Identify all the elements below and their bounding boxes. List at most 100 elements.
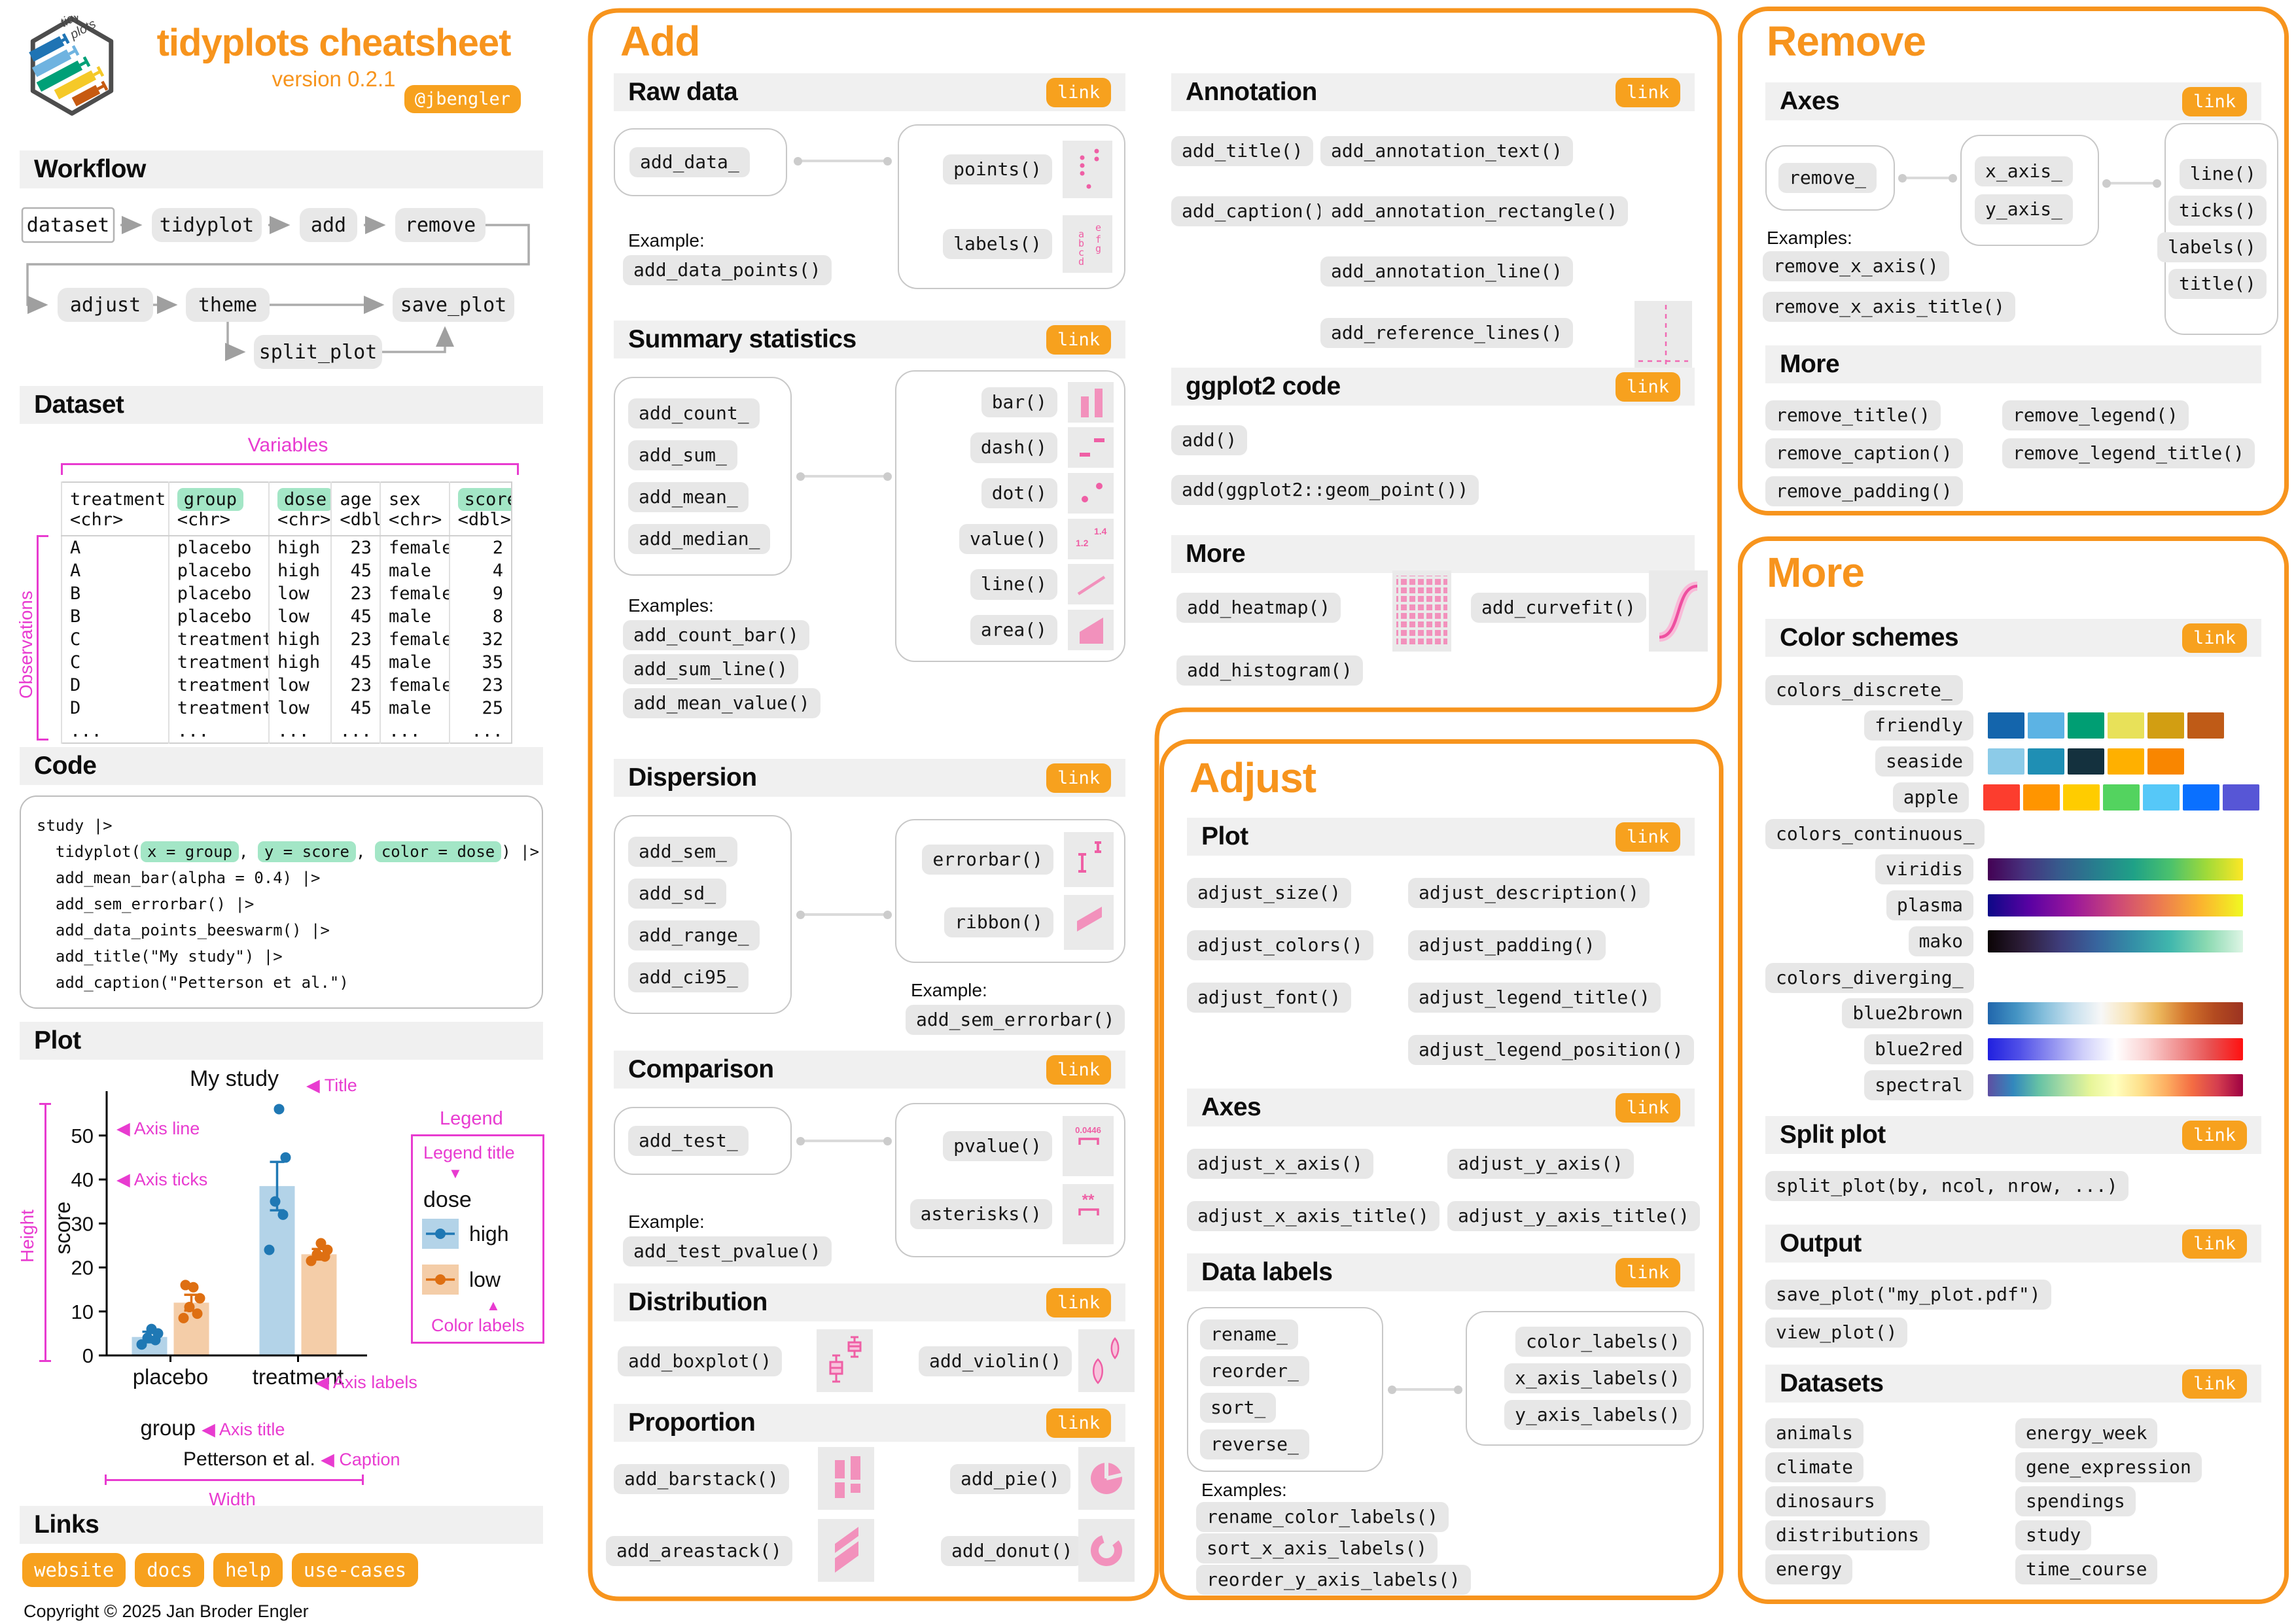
docs-link[interactable]: docs [135,1553,205,1587]
summary-link[interactable]: link [1046,324,1111,355]
function-pill: adjust_legend_title() [1408,983,1661,1013]
color-schemes-link[interactable]: link [2181,623,2247,653]
title-annotation: ◀ Title [306,1075,357,1095]
remove-more-bar: More [1765,345,2261,383]
ribbon-icon [1064,895,1114,950]
adjust-axes-link[interactable]: link [1615,1092,1680,1123]
dataset-pill: study [2015,1520,2092,1551]
plot-title: Plot [34,1026,81,1055]
color-swatch [2108,712,2144,739]
code-line: add_caption("Petterson et al.") [37,973,349,992]
color-swatch [2028,748,2064,775]
raw-source-box: add_data_ [614,128,787,196]
adjust-axes-bar: Axes link [1187,1089,1695,1126]
palette-row-apple: apple [1765,782,2263,813]
function-pill: view_plot() [1765,1318,1908,1348]
table-row: Ctreatment high 23 female 32 [61,628,512,651]
colors-continuous-pill: colors_continuous_ [1765,819,1985,850]
output-title: Output [1780,1229,1862,1257]
variables-label: Variables [247,434,328,456]
svg-text:g: g [1095,243,1101,254]
proportion-link[interactable]: link [1046,1408,1111,1438]
function-pill: color_labels() [1515,1326,1691,1357]
use-cases-link[interactable]: use-cases [291,1553,419,1587]
function-pill: add_median_ [628,524,771,555]
split-plot-link[interactable]: link [2181,1120,2247,1150]
function-pill: dash() [970,432,1057,463]
legend-box: Legend title ▼ dose high low ▲ Color lab… [411,1134,544,1344]
color-swatch [2068,748,2104,775]
function-pill: save_plot("my_plot.pdf") [1765,1280,2051,1310]
comparison-link[interactable]: link [1046,1055,1111,1085]
function-pill: reorder_ [1200,1355,1309,1386]
arrow-left-icon: ◀ [116,1119,130,1138]
remove-axes-link[interactable]: link [2181,86,2247,116]
help-link[interactable]: help [213,1553,283,1587]
asterisks-icon: ** [1063,1184,1114,1244]
connector [796,910,892,919]
color-labels-annotation: Color labels [431,1316,525,1335]
palette-row-plasma: plasma [1765,890,2263,921]
code-box: study |> tidyplot(x = group, y = score, … [20,795,543,1009]
workflow-title: Workflow [34,155,146,183]
width-bracket [105,1475,364,1485]
variables-bracket [61,463,519,475]
function-pill: add_sem_ [628,836,737,867]
example-pill: reorder_y_axis_labels() [1196,1565,1471,1596]
function-pill: points() [943,154,1052,185]
dispersion-source-box: add_sem_ add_sd_ add_range_ add_ci95_ [614,815,792,1014]
table-row: Aplacebo high 45 male 4 [61,559,512,582]
adjust-data-labels-bar: Data labels link [1187,1253,1695,1291]
data-labels-link[interactable]: link [1615,1257,1680,1287]
workflow-node-save-plot: save_plot [400,294,507,317]
areastack-icon [818,1519,874,1582]
svg-text:My study: My study [190,1069,279,1091]
distribution-link[interactable]: link [1046,1287,1111,1318]
code-line: add_data_points_beeswarm() |> [37,921,330,939]
svg-text:score: score [56,1202,75,1255]
color-swatch [2223,784,2259,811]
dispersion-link[interactable]: link [1046,763,1111,793]
raw-data-link[interactable]: link [1046,77,1111,107]
axis-labels-annotation: ◀ Axis labels [315,1372,417,1392]
data-labels-title: Data labels [1201,1258,1333,1286]
datasets-link[interactable]: link [2181,1369,2247,1399]
svg-text:0: 0 [82,1344,94,1367]
adjust-panel-title: Adjust [1190,754,1316,801]
color-swatch [2147,748,2184,775]
table-row: Ctreatment high 45 male 35 [61,651,512,674]
function-pill: add_annotation_line() [1320,256,1574,287]
function-pill: line() [970,569,1057,600]
example-pill: remove_x_axis() [1763,251,1949,282]
function-pill: rename_ [1200,1319,1299,1350]
author-handle-badge[interactable]: @jbengler [404,85,521,113]
arrow-left-icon: ◀ [306,1075,320,1095]
annotation-link[interactable]: link [1615,77,1680,107]
adjust-axes-title: Axes [1201,1093,1262,1121]
function-pill: adjust_font() [1187,983,1352,1013]
function-pill: bar() [981,387,1057,417]
remove-axes-bar: Axes link [1765,82,2261,120]
workflow-diagram: dataset tidyplot add remove adjust theme… [21,207,530,369]
pvalue-icon: 0.0446 [1063,1116,1114,1176]
output-link[interactable]: link [2181,1229,2247,1259]
svg-text:placebo: placebo [133,1365,209,1389]
adjust-plot-link[interactable]: link [1615,822,1680,852]
website-link[interactable]: website [22,1553,126,1587]
ggplot2-link[interactable]: link [1615,372,1680,402]
legend-swatch-high [422,1219,459,1249]
dataset-pill: energy [1765,1554,1853,1585]
adjust-plot-bar: Plot link [1187,818,1695,856]
function-pill: area() [970,615,1057,646]
datasets-bar: Datasets link [1765,1365,2261,1403]
dot-icon [1068,473,1114,514]
datasets-title: Datasets [1780,1369,1884,1397]
output-bar: Output link [1765,1225,2261,1263]
errorbar-icon [1064,832,1114,887]
add-more-bar: More [1171,535,1695,573]
labels-icon: abcdefg [1063,215,1112,273]
table-column-header: dose <chr> [268,482,332,536]
connector [2102,179,2161,188]
table-column-header: treatment <chr> [61,482,169,536]
distribution-bar: Distribution link [614,1283,1125,1321]
